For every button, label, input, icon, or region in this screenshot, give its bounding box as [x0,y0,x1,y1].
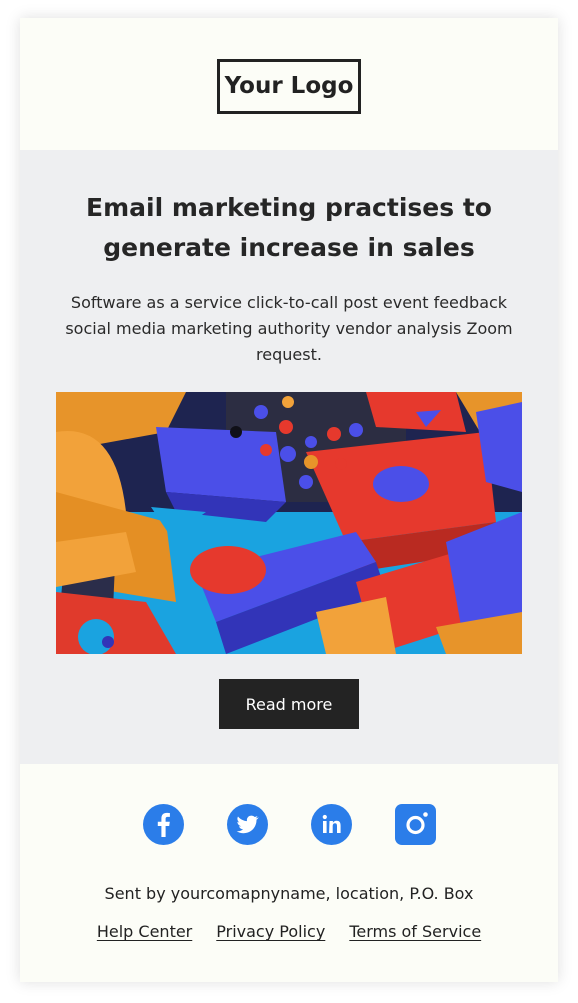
email-footer: Sent by yourcomapnyname, location, P.O. … [20,764,558,982]
sent-by-text: Sent by yourcomapnyname, location, P.O. … [104,884,474,903]
terms-of-service-link[interactable]: Terms of Service [349,922,481,941]
headline: Email marketing practises to generate in… [86,193,492,262]
social-links [20,804,558,845]
hero-image [56,392,522,654]
logo[interactable]: Your Logo [217,58,361,114]
email-card: Your Logo Email marketing practises to g… [20,18,558,982]
facebook-icon[interactable] [142,804,184,845]
privacy-policy-link[interactable]: Privacy Policy [216,922,325,941]
read-more-button[interactable]: Read more [219,679,359,729]
help-center-link[interactable]: Help Center [97,922,192,941]
content-section: Email marketing practises to generate in… [20,150,558,764]
footer-links: Help Center Privacy Policy Terms of Serv… [20,922,558,941]
twitter-icon[interactable] [226,804,268,845]
instagram-icon[interactable] [394,804,436,845]
linkedin-icon[interactable] [310,804,352,845]
email-header: Your Logo [20,18,558,150]
body-text: Software as a service click-to-call post… [65,293,513,364]
